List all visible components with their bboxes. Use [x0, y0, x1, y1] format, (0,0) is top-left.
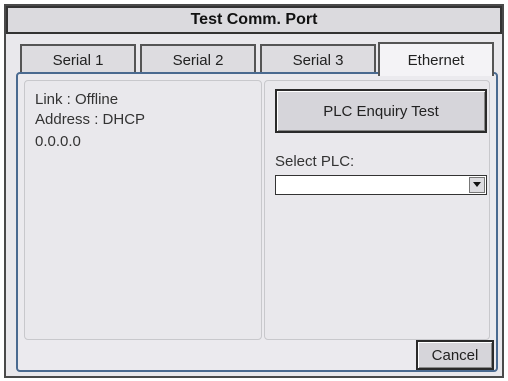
tab-serial-1[interactable]: Serial 1	[20, 44, 136, 74]
chevron-down-icon[interactable]	[469, 177, 485, 193]
link-status: Link : Offline	[35, 91, 119, 108]
select-plc-label: Select PLC:	[275, 153, 355, 170]
dialog-title: Test Comm. Port	[6, 6, 502, 34]
select-plc-dropdown[interactable]	[275, 175, 487, 195]
plc-enquiry-test-button[interactable]: PLC Enquiry Test	[275, 89, 487, 133]
connection-status-box: Link : Offline Address : DHCP 0.0.0.0	[24, 80, 262, 340]
tab-serial-3[interactable]: Serial 3	[260, 44, 376, 74]
ethernet-panel: Link : Offline Address : DHCP 0.0.0.0 PL…	[16, 72, 498, 372]
tab-serial-2[interactable]: Serial 2	[140, 44, 256, 74]
ip-address: 0.0.0.0	[35, 133, 81, 150]
address-mode: Address : DHCP	[35, 111, 146, 128]
cancel-button[interactable]: Cancel	[416, 340, 494, 370]
plc-enquiry-box: PLC Enquiry Test Select PLC:	[264, 80, 490, 340]
tab-ethernet[interactable]: Ethernet	[378, 42, 494, 76]
